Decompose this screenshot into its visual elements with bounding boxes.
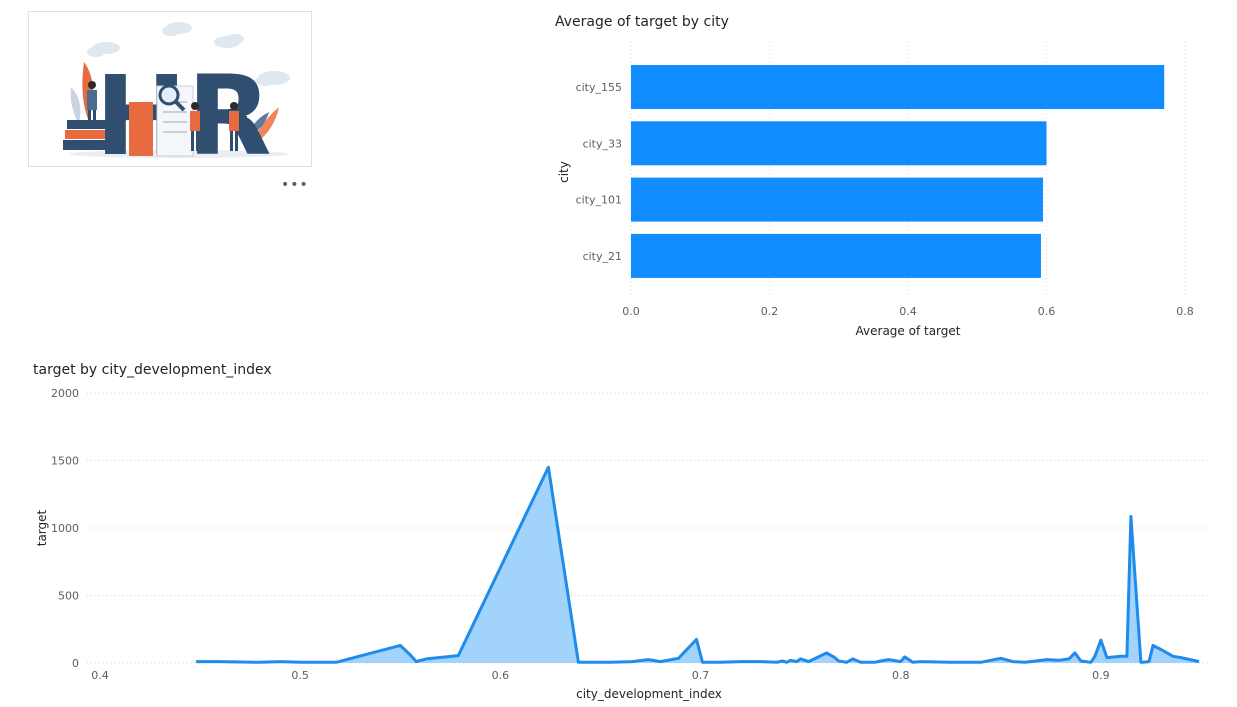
area-series-fill bbox=[196, 467, 1200, 663]
bar-chart-bars bbox=[631, 65, 1165, 278]
bar-chart-x-ticks: 0.0 0.2 0.4 0.6 0.8 bbox=[622, 305, 1194, 318]
bar-x-tick-label: 0.6 bbox=[1038, 305, 1056, 318]
area-y-tick-label: 2000 bbox=[51, 387, 79, 400]
area-chart-x-ticks: 0.4 0.5 0.6 0.7 0.8 0.9 bbox=[91, 669, 1109, 682]
bar-category-label: city_21 bbox=[583, 250, 622, 263]
area-chart-x-axis-title: city_development_index bbox=[576, 687, 722, 701]
area-chart-grid bbox=[87, 392, 1208, 664]
bar-category-label: city_33 bbox=[583, 137, 622, 150]
area-x-tick-label: 0.7 bbox=[692, 669, 710, 682]
bar-chart-visual[interactable]: Average of target by city city_155 city_3… bbox=[555, 10, 1215, 340]
area-chart-svg: target by city_development_index 0 500 100… bbox=[33, 362, 1208, 701]
area-chart-visual[interactable]: target by city_development_index 0 500 100… bbox=[25, 358, 1230, 703]
bar-chart-x-axis-title: Average of target bbox=[856, 324, 961, 338]
area-chart-title: target by city_development_index bbox=[33, 362, 272, 378]
more-options-button[interactable]: ••• bbox=[281, 178, 309, 192]
bar-chart-y-axis-title: city bbox=[557, 161, 571, 183]
area-x-tick-label: 0.9 bbox=[1092, 669, 1110, 682]
bar-x-tick-label: 0.8 bbox=[1176, 305, 1194, 318]
hr-illustration: HR bbox=[63, 22, 290, 180]
area-y-tick-label: 0 bbox=[72, 657, 79, 670]
bar-category-label: city_101 bbox=[576, 194, 622, 207]
area-y-tick-label: 1500 bbox=[51, 455, 79, 468]
bar-category-label: city_155 bbox=[576, 81, 622, 94]
bar-x-tick-label: 0.4 bbox=[899, 305, 917, 318]
area-y-tick-label: 500 bbox=[58, 590, 79, 603]
bar-x-tick-label: 0.2 bbox=[761, 305, 779, 318]
area-x-tick-label: 0.8 bbox=[892, 669, 910, 682]
bar-city_155 bbox=[631, 65, 1165, 109]
leaf-icon bbox=[70, 87, 81, 124]
hr-illustration-card: HR bbox=[28, 11, 312, 180]
area-series-line bbox=[196, 465, 1200, 664]
bar-city_101 bbox=[631, 177, 1044, 222]
area-x-tick-label: 0.5 bbox=[291, 669, 309, 682]
area-chart-y-axis-title: target bbox=[35, 509, 49, 546]
bar-chart-title: Average of target by city bbox=[555, 14, 729, 30]
area-x-tick-label: 0.6 bbox=[492, 669, 510, 682]
area-x-tick-label: 0.4 bbox=[91, 669, 109, 682]
area-y-tick-label: 1000 bbox=[51, 522, 79, 535]
area-chart-y-ticks: 0 500 1000 1500 2000 bbox=[51, 387, 79, 670]
bar-x-tick-label: 0.0 bbox=[622, 305, 640, 318]
bar-chart-svg: Average of target by city city_155 city_3… bbox=[555, 14, 1194, 338]
bar-city_33 bbox=[631, 121, 1047, 166]
bar-chart-category-labels: city_155 city_33 city_101 city_21 bbox=[576, 81, 622, 263]
bar-city_21 bbox=[631, 233, 1041, 278]
